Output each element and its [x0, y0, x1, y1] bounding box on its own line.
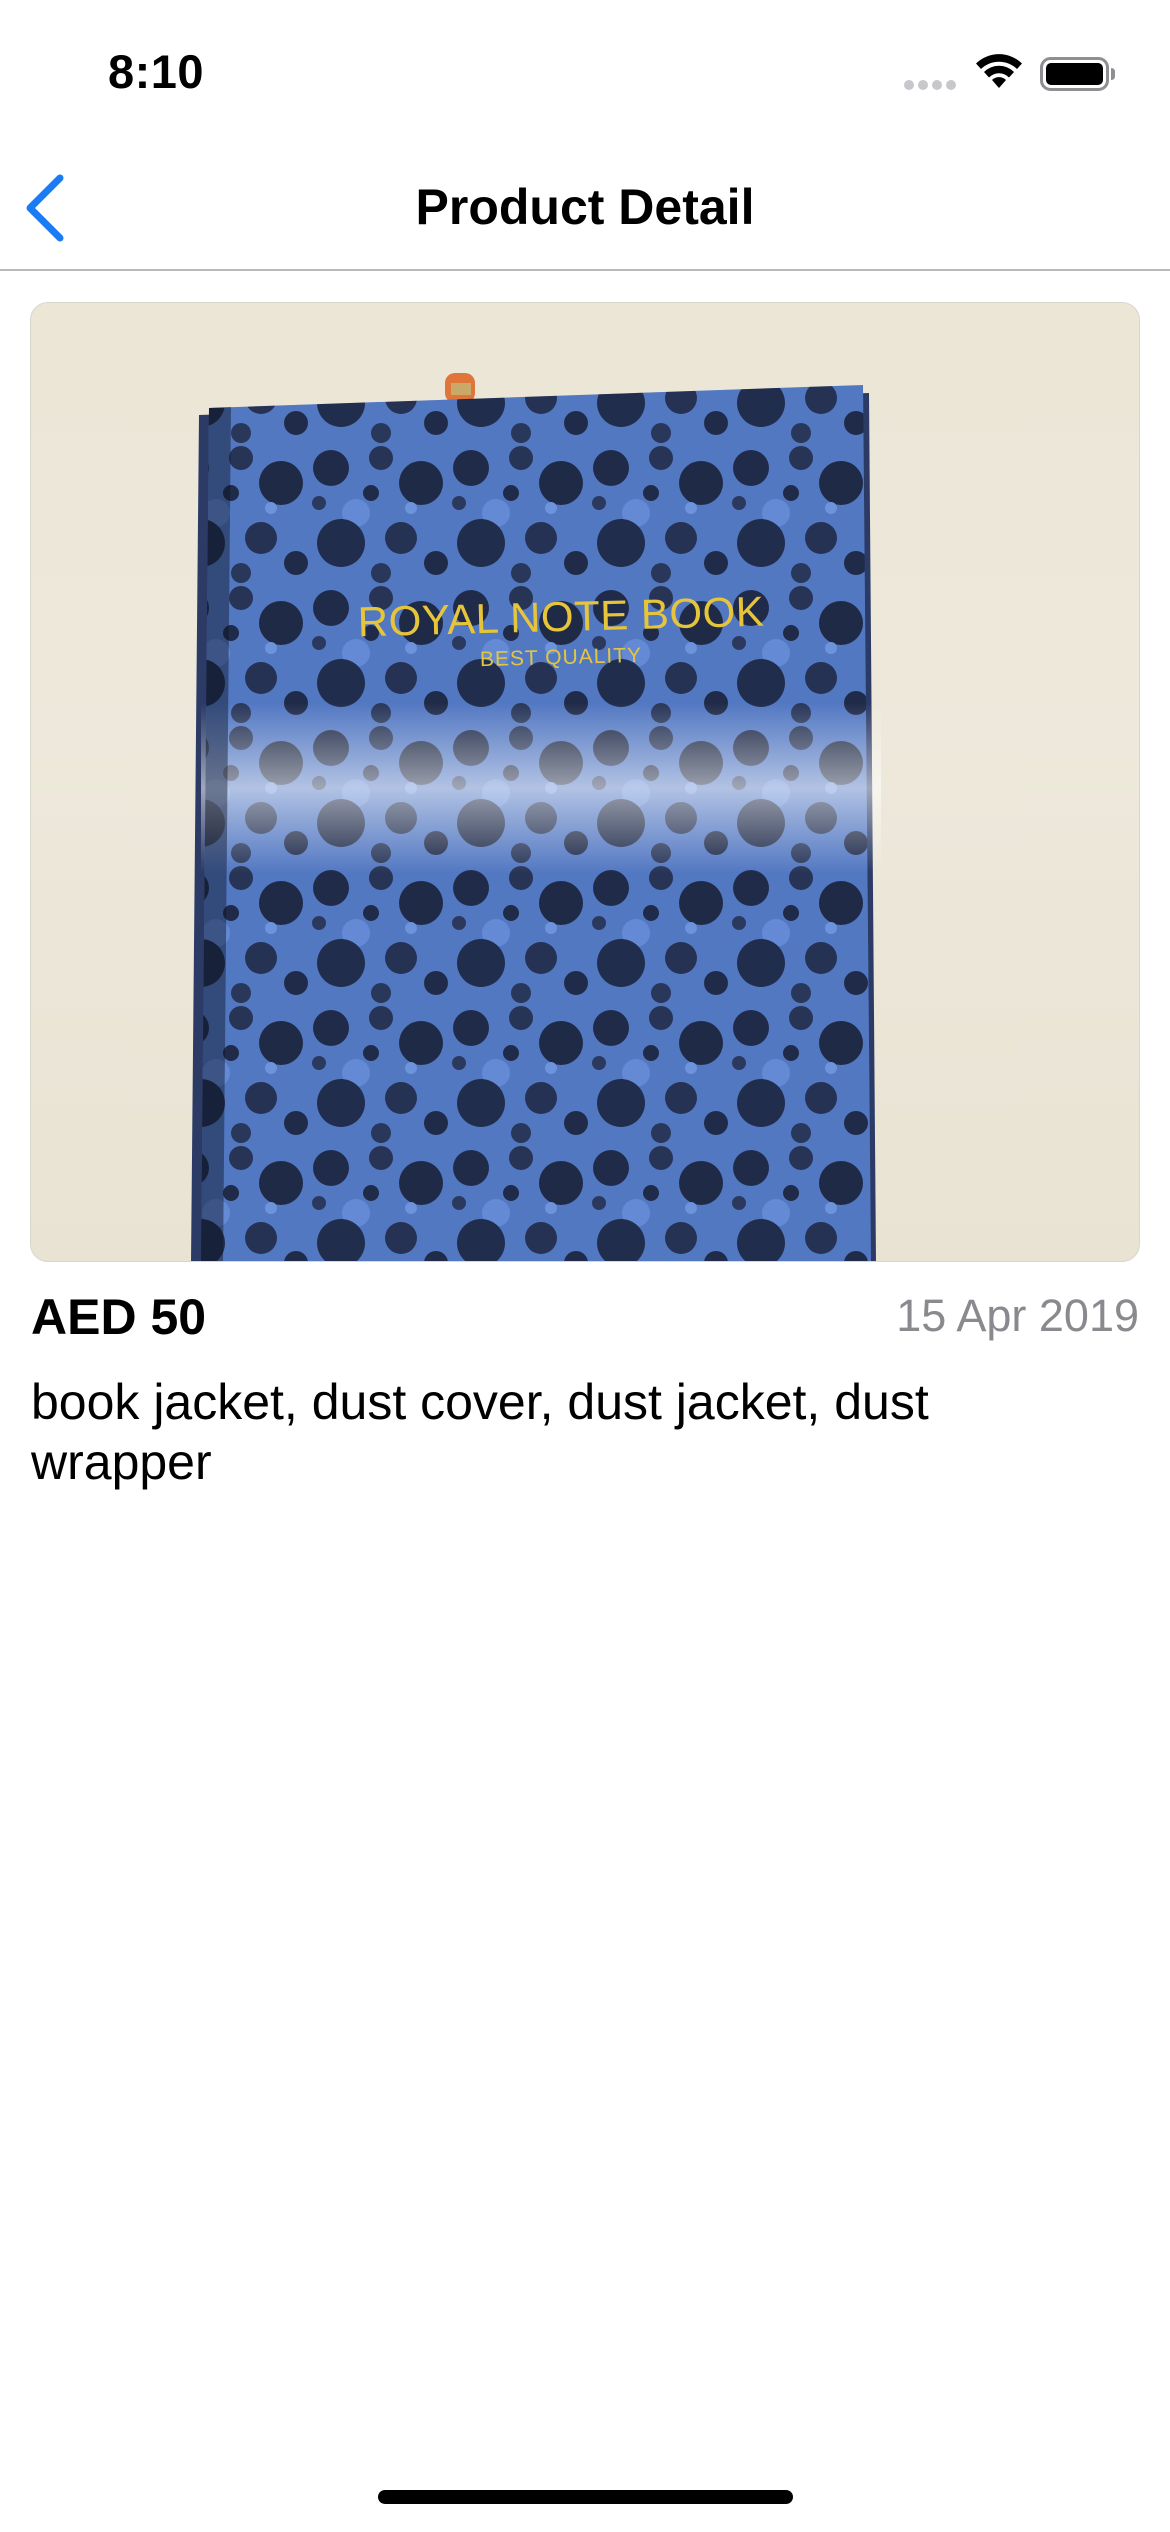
product-image: ROYAL NOTE BOOK BEST QUALITY	[30, 302, 1140, 1262]
home-indicator[interactable]	[378, 2490, 793, 2504]
page-title: Product Detail	[415, 179, 755, 235]
product-price: AED 50	[31, 1289, 207, 1345]
wifi-icon	[976, 54, 1022, 88]
product-date: 15 Apr 2019	[896, 1290, 1139, 1341]
status-bar: 8:10	[0, 0, 1170, 140]
status-time: 8:10	[108, 45, 205, 98]
battery-icon	[1040, 57, 1115, 91]
navigation-bar: Product Detail	[0, 140, 1170, 271]
notebook-photo	[191, 373, 881, 1261]
product-description: book jacket, dust cover, dust jacket, du…	[31, 1374, 929, 1490]
signal-dots-icon	[904, 80, 958, 90]
